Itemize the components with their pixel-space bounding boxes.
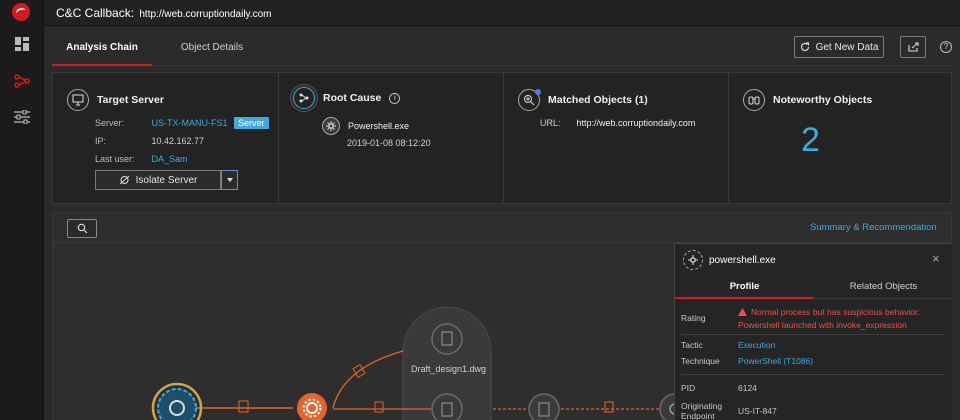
root-cause-icon: [293, 87, 315, 109]
powershell-node[interactable]: [297, 393, 327, 420]
detail-panel-header: powershell.exe: [683, 250, 776, 270]
noteworthy-title: Noteworthy Objects: [773, 94, 873, 106]
info-icon[interactable]: i: [389, 92, 401, 104]
root-cause-process[interactable]: Powershell.exe: [348, 121, 409, 131]
server-row: Server: US-TX-MANU-FS1 Server: [95, 117, 269, 129]
noteworthy-objects-card: Noteworthy Objects 2: [728, 73, 951, 203]
tactic-link[interactable]: Execution: [738, 339, 775, 351]
root-endpoint-node[interactable]: [151, 382, 203, 420]
tab-profile[interactable]: Profile: [675, 275, 814, 299]
brand-logo: [12, 3, 30, 21]
isolate-server-button[interactable]: Isolate Server: [95, 170, 221, 190]
summary-panel: Target Server Server: US-TX-MANU-FS1 Ser…: [52, 72, 952, 204]
isolate-server-label: Isolate Server: [135, 174, 198, 186]
search-icon: [77, 223, 87, 234]
technique-link[interactable]: PowerShell (T1086): [738, 355, 813, 367]
noteworthy-count[interactable]: 2: [801, 121, 820, 160]
root-cause-timestamp: 2019-01-08 08:12:20: [347, 138, 431, 148]
export-button[interactable]: [900, 36, 926, 58]
graph-toolbar: Summary & Recommendation: [53, 213, 951, 243]
endpoint-value: US-IT-847: [738, 406, 777, 416]
edge-file-icon: [238, 400, 249, 413]
get-new-data-button[interactable]: Get New Data: [794, 36, 884, 58]
root-cause-title: Root Cause: [323, 92, 382, 104]
document-node[interactable]: [431, 393, 463, 420]
server-link[interactable]: US-TX-MANU-FS1: [152, 118, 228, 128]
rating-line-2: Powershell launched with invoke_expressi…: [738, 320, 907, 330]
endpoint-label: Originating Endpoint: [681, 401, 723, 420]
close-icon[interactable]: ×: [932, 252, 940, 265]
ip-row: IP: 10.42.162.77: [95, 136, 204, 146]
target-server-title: Target Server: [97, 94, 164, 106]
matched-url-row: URL: http://web.corruptiondaily.com: [540, 118, 695, 128]
search-plus-icon: [518, 89, 541, 111]
technique-label: Technique: [681, 356, 720, 366]
rating-text-1: Normal process but has suspicious behavi…: [751, 307, 921, 317]
gear-icon: [322, 117, 340, 135]
pid-label: PID: [681, 383, 696, 393]
ip-label: IP:: [95, 136, 107, 146]
matched-objects-title: Matched Objects (1): [548, 94, 648, 106]
edge-file-icon: [604, 401, 614, 413]
target-server-card: Target Server Server: US-TX-MANU-FS1 Ser…: [53, 73, 278, 203]
pid-value: 6124: [738, 383, 757, 393]
last-user-row: Last user: DA_Sam: [95, 154, 188, 164]
header-url: http://web.corruptiondaily.com: [139, 9, 272, 20]
settings-sliders-icon[interactable]: [13, 108, 31, 126]
detail-panel-title: powershell.exe: [709, 254, 776, 266]
warning-icon: [738, 308, 747, 316]
main-tabs: Analysis Chain Object Details Get New Da…: [52, 30, 952, 66]
server-badge: Server: [234, 117, 269, 129]
matched-objects-card: Matched Objects (1) URL: http://web.corr…: [503, 73, 728, 203]
tab-related-objects[interactable]: Related Objects: [814, 275, 953, 299]
dashboard-icon[interactable]: [13, 35, 31, 53]
get-new-data-label: Get New Data: [815, 41, 879, 53]
page-header: C&C Callback: http://web.corruptiondaily…: [44, 0, 960, 26]
tactic-label: Tactic: [681, 340, 703, 350]
isolate-icon: [119, 175, 129, 185]
help-icon[interactable]: ?: [940, 41, 952, 53]
document-node[interactable]: [528, 393, 560, 420]
root-cause-card: Root Cause i Powershell.exe 2019-01-08 0…: [278, 73, 503, 203]
tab-analysis-chain[interactable]: Analysis Chain: [52, 30, 152, 66]
ip-value: 10.42.162.77: [151, 136, 205, 146]
refresh-icon: [800, 42, 809, 52]
analysis-chain-icon[interactable]: [13, 72, 31, 90]
document-node-label: Draft_design1.dwg: [411, 364, 487, 374]
object-detail-panel: powershell.exe × Profile Related Objects…: [674, 243, 952, 420]
server-icon: [67, 89, 89, 111]
divider: [681, 374, 945, 375]
rating-line-1: Normal process but has suspicious behavi…: [738, 306, 920, 318]
summary-recommendation-link[interactable]: Summary & Recommendation: [810, 222, 937, 233]
isolate-dropdown-button[interactable]: [221, 170, 238, 190]
chevron-down-icon: [226, 178, 233, 182]
server-label: Server:: [95, 118, 125, 128]
edge-file-icon: [374, 401, 384, 413]
gear-icon: [683, 250, 703, 270]
new-indicator-dot: [535, 89, 541, 95]
last-user-label: Last user:: [95, 154, 135, 164]
matched-url-label: URL:: [540, 118, 561, 128]
detail-panel-tabs: Profile Related Objects: [675, 275, 952, 299]
graph-search-button[interactable]: [67, 219, 97, 238]
share-icon: [907, 42, 919, 52]
binoculars-icon: [743, 89, 765, 111]
left-nav-rail: [0, 0, 44, 420]
header-label: C&C Callback:: [56, 6, 135, 20]
document-node[interactable]: [431, 323, 463, 355]
page-title: C&C Callback: http://web.corruptiondaily…: [56, 6, 271, 20]
last-user-link[interactable]: DA_Sam: [152, 154, 188, 164]
divider: [681, 334, 945, 335]
rating-label: Rating: [681, 313, 706, 323]
root-cause-process-row: Powershell.exe: [322, 117, 409, 135]
matched-url-value[interactable]: http://web.corruptiondaily.com: [577, 118, 696, 128]
tab-object-details[interactable]: Object Details: [162, 30, 262, 66]
